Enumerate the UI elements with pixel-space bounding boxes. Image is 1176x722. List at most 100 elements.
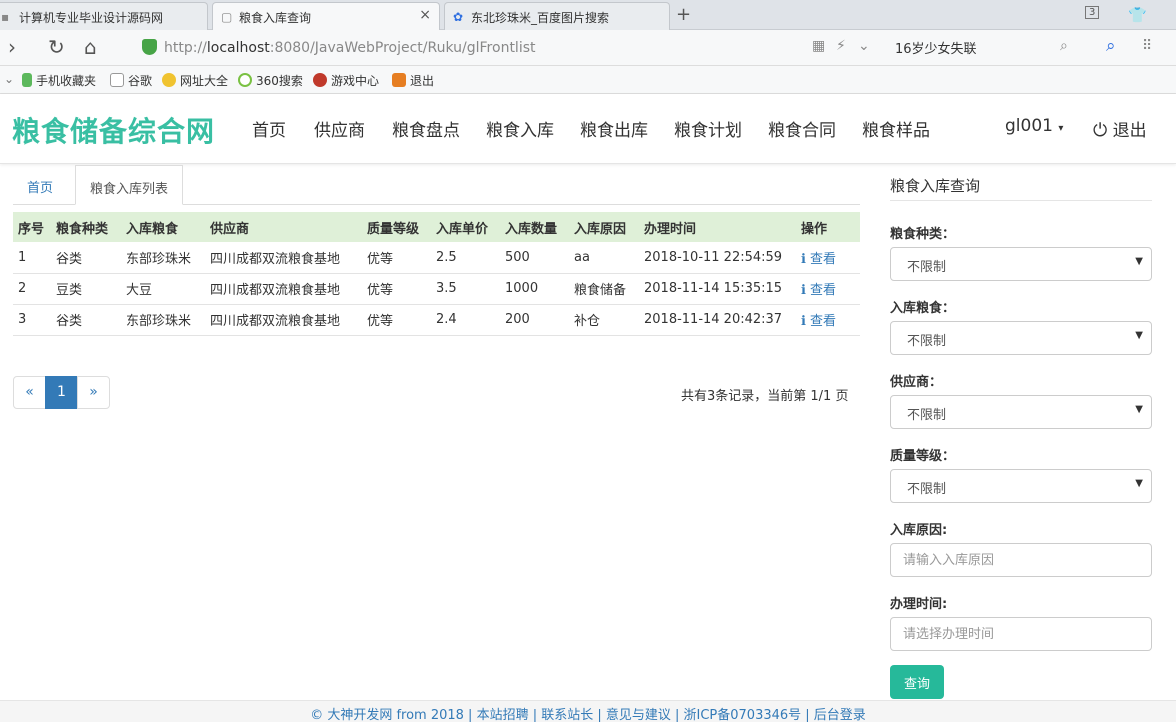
table-row: 3 谷类 东部珍珠米 四川成都双流粮食基地 优等 2.4 200 补仓 2018… — [13, 304, 860, 336]
cell-unit-price: 2.4 — [431, 304, 500, 336]
cell-grain: 东部珍珠米 — [121, 304, 205, 336]
caret-down-icon: ▼ — [1135, 330, 1143, 341]
grain-type-select[interactable]: 不限制 ▼ — [890, 247, 1152, 281]
home-icon[interactable]: ⌂ — [84, 35, 97, 59]
cell-supplier: 四川成都双流粮食基地 — [205, 242, 362, 274]
nav-inventory[interactable]: 粮食盘点 — [392, 116, 460, 141]
cell-quality: 优等 — [362, 242, 431, 274]
browser-tab[interactable]: ✿ 东北珍珠米_百度图片搜索 — [444, 2, 670, 30]
grid-menu-icon[interactable]: ⠿ — [1142, 38, 1152, 54]
nav-stock-in[interactable]: 粮食入库 — [486, 116, 554, 141]
document-icon — [110, 73, 124, 87]
lightning-icon[interactable]: ⚡ — [836, 38, 846, 54]
tab-count-badge[interactable]: 3 — [1085, 6, 1100, 19]
pagination-info: 共有3条记录，当前第 1/1 页 — [681, 389, 849, 404]
cell-unit-price: 2.5 — [431, 242, 500, 274]
browser-tab-active[interactable]: ▢ 粮食入库查询 × — [212, 2, 440, 30]
reload-icon[interactable]: ↻ — [48, 35, 65, 59]
url-path: :8080/JavaWebProject/Ruku/glFrontlist — [269, 40, 536, 56]
cell-grain: 东部珍珠米 — [121, 242, 205, 274]
browser-tab-title: 计算机专业毕业设计源码网 — [19, 11, 164, 25]
shirt-icon[interactable]: 👕 — [1128, 6, 1147, 24]
info-icon: ℹ — [801, 283, 806, 298]
address-search-text[interactable]: 16岁少女失联 — [895, 38, 977, 57]
new-tab-icon[interactable]: + — [676, 4, 691, 25]
grain-select[interactable]: 不限制 ▼ — [890, 321, 1152, 355]
power-icon: ⏻ — [1093, 120, 1108, 141]
nav-plan[interactable]: 粮食计划 — [674, 116, 742, 141]
nav-contract[interactable]: 粮食合同 — [768, 116, 836, 141]
bookmark-item[interactable]: 游戏中心 — [313, 72, 379, 89]
page-1-button[interactable]: 1 — [45, 376, 78, 409]
site-brand[interactable]: 粮食储备综合网 — [12, 110, 215, 150]
select-value: 不限制 — [907, 482, 947, 497]
360-icon — [238, 73, 252, 87]
url-host: localhost — [206, 40, 270, 56]
logout-label: 退出 — [1112, 121, 1147, 141]
bookmark-item[interactable]: 360搜索 — [238, 72, 303, 89]
bookmark-item[interactable]: 网址大全 — [162, 72, 228, 89]
quality-select[interactable]: 不限制 ▼ — [890, 469, 1152, 503]
nav-home[interactable]: 首页 — [252, 116, 286, 141]
cell-quantity: 500 — [500, 242, 569, 274]
search-icon[interactable]: ⌕ — [1060, 38, 1068, 54]
stock-in-table: 序号 粮食种类 入库粮食 供应商 质量等级 入库单价 入库数量 入库原因 办理时… — [13, 212, 860, 336]
query-button[interactable]: 查询 — [890, 665, 944, 699]
cell-grain-type: 谷类 — [51, 304, 121, 336]
cell-time: 2018-10-11 22:54:59 — [639, 242, 796, 274]
nav-stock-out[interactable]: 粮食出库 — [580, 116, 648, 141]
qr-code-icon[interactable]: ▦ — [812, 38, 825, 54]
cell-reason: aa — [569, 242, 639, 274]
chevron-down-icon[interactable]: ⌄ — [4, 72, 14, 86]
time-input[interactable] — [890, 617, 1152, 651]
info-icon: ℹ — [801, 314, 806, 329]
prev-page-button[interactable]: « — [13, 376, 46, 409]
next-page-button[interactable]: » — [77, 376, 110, 409]
view-link[interactable]: ℹ 查看 — [801, 314, 836, 329]
view-link[interactable]: ℹ 查看 — [801, 252, 836, 267]
page-footer: © 大神开发网 from 2018 | 本站招聘 | 联系站长 | 意见与建议 … — [0, 700, 1176, 722]
nav-sample[interactable]: 粮食样品 — [862, 116, 930, 141]
col-supplier: 供应商 — [205, 212, 362, 242]
bookmark-item[interactable]: 谷歌 — [110, 72, 152, 89]
cell-reason: 补仓 — [569, 304, 639, 336]
view-label: 查看 — [809, 283, 836, 298]
browser-tab-strip: ▪ 计算机专业毕业设计源码网 ▢ 粮食入库查询 × ✿ 东北珍珠米_百度图片搜索… — [0, 0, 1176, 30]
browser-tab[interactable]: ▪ 计算机专业毕业设计源码网 — [0, 2, 208, 30]
bookmark-item[interactable]: 手机收藏夹 — [22, 72, 96, 89]
logout-button[interactable]: ⏻ 退出 — [1093, 116, 1147, 141]
bookmark-label: 退出 — [410, 74, 435, 88]
user-menu[interactable]: gl001 ▾ — [1005, 116, 1063, 136]
supplier-label: 供应商： — [890, 375, 943, 390]
chevron-down-icon[interactable]: ⌄ — [858, 38, 870, 54]
bookmark-label: 游戏中心 — [331, 74, 380, 88]
cell-quantity: 200 — [500, 304, 569, 336]
address-bar: › ↻ ⌂ http://localhost:8080/JavaWebProje… — [0, 30, 1176, 66]
search-button-icon[interactable]: ⌕ — [1106, 36, 1116, 56]
browser-tab-title: 粮食入库查询 — [239, 11, 312, 25]
nav-supplier[interactable]: 供应商 — [314, 116, 365, 141]
close-tab-icon[interactable]: × — [419, 7, 431, 23]
reason-input[interactable] — [890, 543, 1152, 577]
cell-quantity: 1000 — [500, 273, 569, 305]
exit-icon — [392, 73, 406, 87]
col-quantity: 入库数量 — [500, 212, 569, 242]
table-row: 2 豆类 大豆 四川成都双流粮食基地 优等 3.5 1000 粮食储备 2018… — [13, 273, 860, 305]
url-field[interactable]: http://localhost:8080/JavaWebProject/Ruk… — [140, 34, 880, 62]
cell-reason: 粮食储备 — [569, 273, 639, 305]
select-value: 不限制 — [907, 408, 947, 423]
bookmark-item[interactable]: 退出 — [392, 72, 434, 89]
info-icon: ℹ — [801, 251, 806, 267]
username: gl001 — [1005, 116, 1053, 136]
tab-home[interactable]: 首页 — [13, 165, 67, 205]
tab-stock-in-list[interactable]: 粮食入库列表 — [75, 165, 184, 205]
forward-icon[interactable]: › — [8, 35, 16, 59]
supplier-select[interactable]: 不限制 ▼ — [890, 395, 1152, 429]
cell-index: 3 — [13, 304, 51, 336]
cell-supplier: 四川成都双流粮食基地 — [205, 273, 362, 305]
view-label: 查看 — [809, 314, 836, 329]
col-unit-price: 入库单价 — [431, 212, 500, 242]
view-link[interactable]: ℹ 查看 — [801, 283, 836, 298]
table-header-row: 序号 粮食种类 入库粮食 供应商 质量等级 入库单价 入库数量 入库原因 办理时… — [13, 212, 860, 242]
document-icon: ▢ — [221, 10, 233, 24]
